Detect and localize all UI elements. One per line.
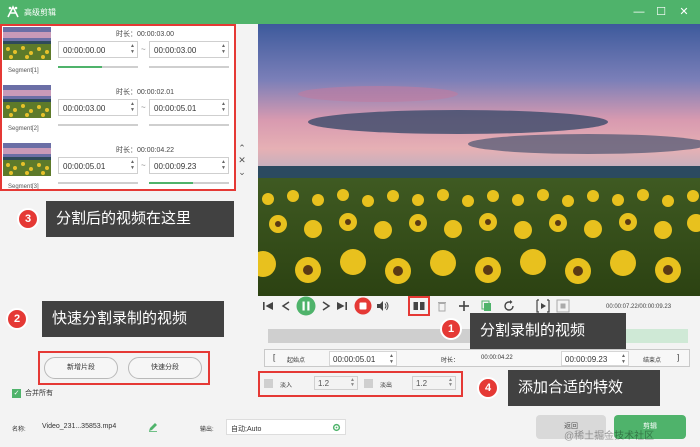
stop-region-icon[interactable] — [556, 299, 570, 313]
delete-icon[interactable] — [437, 300, 447, 312]
callout-1-badge: 1 — [440, 318, 462, 340]
settings-gear-icon[interactable] — [332, 423, 341, 432]
reset-icon[interactable] — [503, 300, 515, 312]
minimize-button[interactable]: — — [630, 3, 648, 21]
window-title: 高级剪辑 — [24, 8, 56, 17]
stepper-icon[interactable]: ▲ ▼ — [350, 378, 355, 388]
pause-button[interactable] — [296, 296, 316, 316]
fade-in-label: 淡入 — [280, 383, 293, 389]
add-icon[interactable] — [458, 300, 470, 312]
fade-in-input[interactable]: 1.2 ▲ ▼ — [314, 376, 358, 390]
quick-split-button[interactable]: 快速分段 — [128, 357, 202, 379]
output-select[interactable]: 自动;Auto — [226, 419, 346, 435]
next-frame-icon[interactable] — [320, 300, 332, 312]
stepper-icon[interactable]: ▲ ▼ — [448, 378, 453, 388]
maximize-button[interactable]: ☐ — [652, 3, 670, 21]
split-icon[interactable] — [413, 301, 425, 311]
range-row: [ 起始点 00:00:05.01 ▲ ▼ 时长： 00:00:04.22 00:0… — [264, 349, 690, 367]
callout-4: 添加合适的特效 — [508, 370, 660, 406]
range-start-input[interactable]: 00:00:05.01 ▲ ▼ — [329, 351, 397, 366]
edit-name-icon[interactable] — [148, 422, 158, 432]
fade-out-label: 淡出 — [380, 383, 393, 389]
checkmark-icon: ✓ — [12, 388, 21, 398]
range-end-input[interactable]: 00:00:09.23 ▲ ▼ — [561, 351, 629, 366]
output-label: 输出: — [200, 427, 214, 433]
app-logo-icon — [7, 5, 19, 18]
fade-in-checkbox[interactable] — [264, 379, 273, 388]
title-bar: 高级剪辑 — ☐ ✕ — [0, 0, 700, 24]
add-segment-button[interactable]: 新增片段 — [44, 357, 118, 379]
scroll-down-icon[interactable]: ⌄ — [237, 166, 247, 178]
play-region-icon[interactable] — [536, 299, 550, 313]
segment-list-highlight — [0, 24, 236, 191]
skip-to-end-icon[interactable] — [336, 300, 348, 312]
fade-out-input[interactable]: 1.2 ▲ ▼ — [412, 376, 456, 390]
range-duration-value: 00:00:04.22 — [481, 355, 513, 361]
fade-out-checkbox[interactable] — [364, 379, 373, 388]
file-name: Video_231...35853.mp4 — [42, 423, 117, 430]
range-open-bracket: [ — [273, 353, 276, 362]
end-point-button[interactable]: 结束点 — [643, 355, 661, 364]
previous-frame-icon[interactable] — [280, 300, 292, 312]
callout-1: 分割录制的视频 — [470, 313, 626, 349]
volume-icon[interactable] — [376, 300, 389, 312]
segment-scroll-controls: ⌃ ✕ ⌄ — [237, 142, 247, 178]
remove-segment-icon[interactable]: ✕ — [237, 154, 247, 166]
stepper-icon[interactable]: ▲ ▼ — [389, 353, 394, 365]
watermark-text: @稀土掘金技术社区 — [564, 431, 655, 442]
merge-all-checkbox[interactable]: ✓ 合并所有 — [12, 388, 53, 398]
callout-2-badge: 2 — [6, 308, 28, 330]
close-button[interactable]: ✕ — [675, 3, 693, 21]
video-preview[interactable] — [258, 24, 700, 296]
skip-to-start-icon[interactable] — [262, 300, 274, 312]
range-close-bracket: ] — [677, 353, 680, 362]
callout-3: 分割后的视频在这里 — [46, 201, 234, 237]
range-duration-label: 时长： — [441, 358, 460, 364]
playback-timestamp: 00:00:07.22/00:00:09.23 — [606, 304, 672, 310]
name-label: 名称: — [12, 427, 26, 433]
callout-3-badge: 3 — [17, 208, 39, 230]
scroll-up-icon[interactable]: ⌃ — [237, 142, 247, 154]
callout-4-badge: 4 — [477, 377, 499, 399]
callout-2: 快速分割录制的视频 — [42, 301, 224, 337]
start-point-button[interactable]: 起始点 — [287, 355, 305, 364]
stepper-icon[interactable]: ▲ ▼ — [621, 353, 626, 365]
copy-icon[interactable] — [481, 300, 493, 312]
stop-button[interactable] — [354, 297, 372, 315]
